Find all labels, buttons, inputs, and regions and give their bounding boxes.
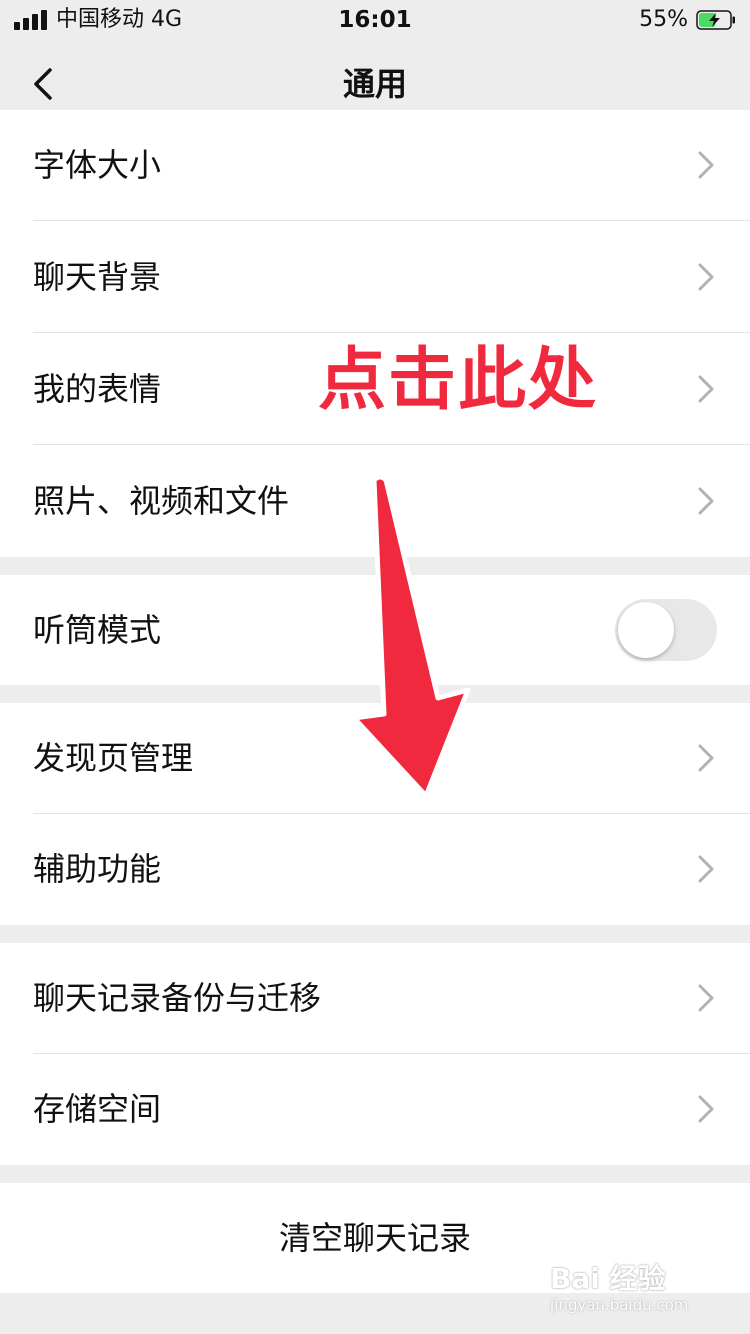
chevron-right-icon	[698, 375, 714, 403]
toggle-knob	[618, 602, 674, 658]
setting-font-size[interactable]: 字体大小	[0, 110, 750, 221]
chevron-right-icon	[698, 487, 714, 515]
setting-label: 字体大小	[33, 146, 162, 184]
page-title: 通用	[342, 65, 407, 103]
watermark-url: jingyan.baidu.com	[550, 1296, 689, 1314]
setting-label: 存储空间	[33, 1090, 162, 1128]
chevron-right-icon	[698, 744, 714, 772]
chevron-right-icon	[698, 263, 714, 291]
setting-label: 聊天记录备份与迁移	[33, 979, 322, 1017]
battery-charging-icon	[696, 10, 735, 30]
settings-screen: 中国移动 4G 16:01 55% 通用 字体大小 聊天背景 我的表情 照片、视…	[0, 0, 750, 1334]
baidu-jingyan-watermark: Bai 经验 jingyan.baidu.com	[550, 1262, 710, 1322]
setting-label: 听筒模式	[33, 611, 162, 649]
setting-label: 辅助功能	[33, 850, 162, 888]
chevron-right-icon	[698, 1095, 714, 1123]
chevron-right-icon	[698, 151, 714, 179]
annotation-text: 点击此处	[318, 341, 599, 420]
chevron-right-icon	[698, 855, 714, 883]
status-time: 16:01	[338, 7, 412, 33]
setting-accessibility[interactable]: 辅助功能	[0, 814, 750, 925]
setting-chat-backup-migration[interactable]: 聊天记录备份与迁移	[0, 943, 750, 1054]
setting-storage[interactable]: 存储空间	[0, 1054, 750, 1165]
battery-percent: 55%	[639, 7, 688, 32]
settings-group-storage: 聊天记录备份与迁移 存储空间	[0, 943, 750, 1165]
setting-label: 发现页管理	[33, 739, 194, 777]
setting-chat-background[interactable]: 聊天背景	[0, 221, 750, 333]
watermark-text: Bai 经验	[550, 1262, 666, 1295]
earpiece-mode-toggle[interactable]	[615, 599, 717, 661]
setting-label: 照片、视频和文件	[33, 482, 290, 520]
setting-label: 我的表情	[33, 370, 162, 408]
status-bar: 中国移动 4G 16:01 55%	[0, 0, 750, 40]
setting-label: 聊天背景	[33, 258, 162, 296]
arrow-down-icon	[351, 474, 471, 799]
chevron-right-icon	[698, 984, 714, 1012]
